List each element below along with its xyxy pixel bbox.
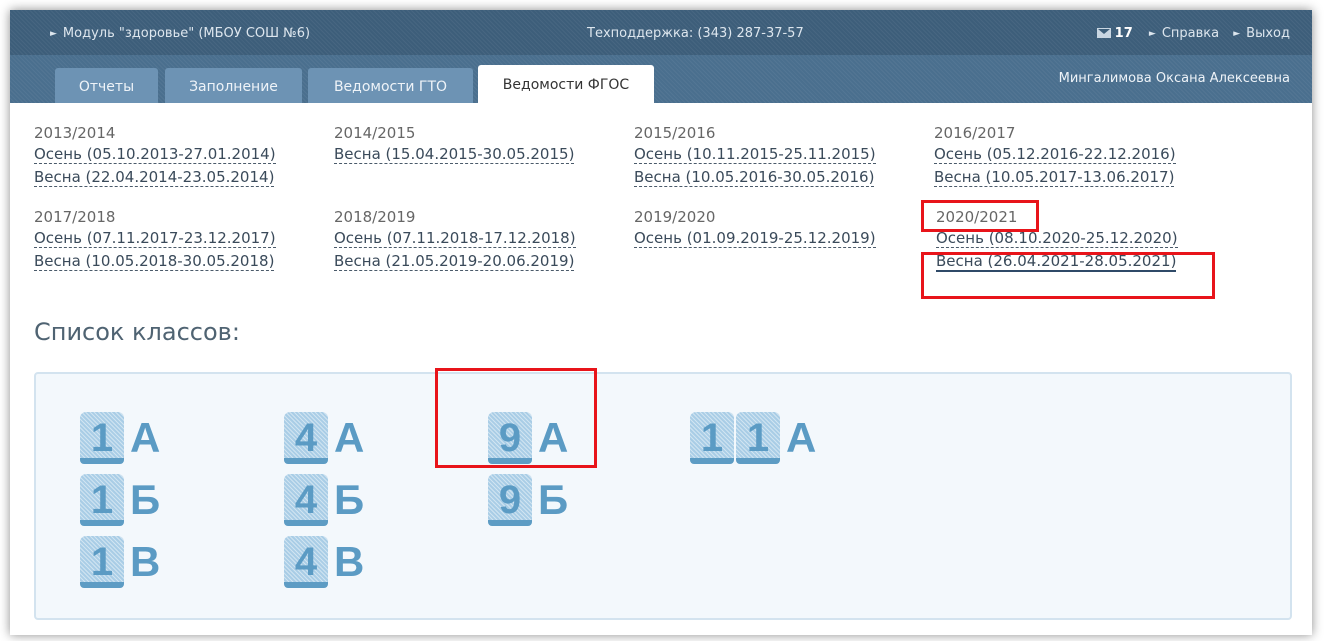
class-number: 9 bbox=[488, 474, 532, 526]
class-number: 1 bbox=[736, 412, 780, 464]
class-4v[interactable]: 4В bbox=[284, 536, 364, 594]
support-phone: Техподдержка: (343) 287-37-57 bbox=[587, 26, 804, 41]
class-number: 1 bbox=[80, 536, 124, 588]
class-1v[interactable]: 1В bbox=[80, 536, 160, 594]
top-bar: ► Модуль "здоровье" (МБОУ СОШ №6) Техподд… bbox=[10, 10, 1312, 55]
module-link[interactable]: ► Модуль "здоровье" (МБОУ СОШ №6) bbox=[50, 26, 310, 41]
class-number: 4 bbox=[284, 412, 328, 464]
tab-reports[interactable]: Отчеты bbox=[55, 68, 158, 103]
period-link[interactable]: Осень (07.11.2018-17.12.2018) bbox=[334, 229, 576, 248]
class-number: 1 bbox=[80, 412, 124, 464]
year-heading: 2018/2019 bbox=[334, 208, 416, 226]
app-window: ► Модуль "здоровье" (МБОУ СОШ №6) Техподд… bbox=[10, 10, 1312, 635]
year-heading: 2014/2015 bbox=[334, 124, 416, 142]
period-link[interactable]: Весна (22.04.2014-23.05.2014) bbox=[34, 168, 275, 187]
year-heading: 2015/2016 bbox=[634, 124, 716, 142]
class-9b[interactable]: 9Б bbox=[488, 474, 568, 532]
triangle-right-icon: ► bbox=[1233, 29, 1241, 39]
year-heading: 2017/2018 bbox=[34, 208, 116, 226]
year-block: 2016/2017 Осень (05.12.2016-22.12.2016) … bbox=[934, 123, 1176, 190]
class-letter: А bbox=[130, 414, 161, 461]
logout-link[interactable]: ► Выход bbox=[1233, 26, 1290, 41]
logout-label: Выход bbox=[1246, 26, 1290, 41]
period-link[interactable]: Осень (05.12.2016-22.12.2016) bbox=[934, 145, 1176, 164]
year-block: 2019/2020 Осень (01.09.2019-25.12.2019) bbox=[634, 207, 876, 251]
module-label: Модуль "здоровье" (МБОУ СОШ №6) bbox=[62, 26, 311, 41]
highlight-spring-2021 bbox=[921, 252, 1215, 299]
year-block: 2015/2016 Осень (10.11.2015-25.11.2015) … bbox=[634, 123, 876, 190]
period-link[interactable]: Весна (10.05.2018-30.05.2018) bbox=[34, 252, 275, 271]
triangle-right-icon: ► bbox=[50, 29, 57, 39]
year-heading: 2013/2014 bbox=[34, 124, 116, 142]
period-link[interactable]: Весна (21.05.2019-20.06.2019) bbox=[334, 252, 575, 271]
class-4a[interactable]: 4А bbox=[284, 412, 364, 470]
class-number: 4 bbox=[284, 474, 328, 526]
tab-bar: Отчеты Заполнение Ведомости ГТО Ведомост… bbox=[10, 55, 1312, 103]
class-letter: В bbox=[334, 538, 365, 585]
mail-icon[interactable] bbox=[1096, 28, 1111, 38]
tab-gto[interactable]: Ведомости ГТО bbox=[308, 68, 473, 103]
class-letter: В bbox=[130, 538, 161, 585]
period-link[interactable]: Осень (05.10.2013-27.01.2014) bbox=[34, 145, 276, 164]
classes-title: Список классов: bbox=[34, 318, 240, 346]
class-letter: А bbox=[786, 414, 817, 461]
period-link[interactable]: Осень (07.11.2017-23.12.2017) bbox=[34, 229, 276, 248]
class-list: 1А 1Б 1В 4А 4Б 4В 9А 9Б 11А bbox=[34, 372, 1292, 620]
help-link[interactable]: ► Справка bbox=[1149, 26, 1219, 41]
year-block: 2013/2014 Осень (05.10.2013-27.01.2014) … bbox=[34, 123, 276, 190]
year-block: 2014/2015 Весна (15.04.2015-30.05.2015) bbox=[334, 123, 575, 167]
class-letter: А bbox=[334, 414, 365, 461]
class-11a[interactable]: 11А bbox=[690, 412, 816, 470]
period-link[interactable]: Весна (10.05.2017-13.06.2017) bbox=[934, 168, 1175, 187]
triangle-right-icon: ► bbox=[1148, 29, 1156, 39]
user-name: Мингалимова Оксана Алексеевна bbox=[1058, 71, 1290, 86]
class-number: 1 bbox=[690, 412, 734, 464]
class-1a[interactable]: 1А bbox=[80, 412, 160, 470]
top-right-links: 17 ► Справка ► Выход bbox=[1096, 26, 1290, 41]
year-block: 2017/2018 Осень (07.11.2017-23.12.2017) … bbox=[34, 207, 276, 274]
highlight-class-9a bbox=[435, 368, 597, 468]
period-link[interactable]: Весна (10.05.2016-30.05.2016) bbox=[634, 168, 875, 187]
year-heading: 2019/2020 bbox=[634, 208, 716, 226]
period-link[interactable]: Осень (10.11.2015-25.11.2015) bbox=[634, 145, 876, 164]
period-link[interactable]: Весна (15.04.2015-30.05.2015) bbox=[334, 145, 575, 164]
help-label: Справка bbox=[1161, 26, 1220, 41]
class-1b[interactable]: 1Б bbox=[80, 474, 160, 532]
tab-fill[interactable]: Заполнение bbox=[165, 68, 302, 103]
class-letter: Б bbox=[334, 476, 365, 523]
mail-count[interactable]: 17 bbox=[1115, 26, 1133, 41]
class-number: 4 bbox=[284, 536, 328, 588]
year-block: 2018/2019 Осень (07.11.2018-17.12.2018) … bbox=[334, 207, 576, 274]
period-link[interactable]: Осень (01.09.2019-25.12.2019) bbox=[634, 229, 876, 248]
class-4b[interactable]: 4Б bbox=[284, 474, 364, 532]
class-number: 1 bbox=[80, 474, 124, 526]
class-letter: Б bbox=[130, 476, 161, 523]
class-letter: Б bbox=[538, 476, 569, 523]
year-heading: 2016/2017 bbox=[934, 124, 1016, 142]
highlight-year-2020-2021 bbox=[921, 200, 1039, 232]
tab-fgos[interactable]: Ведомости ФГОС bbox=[478, 65, 654, 103]
